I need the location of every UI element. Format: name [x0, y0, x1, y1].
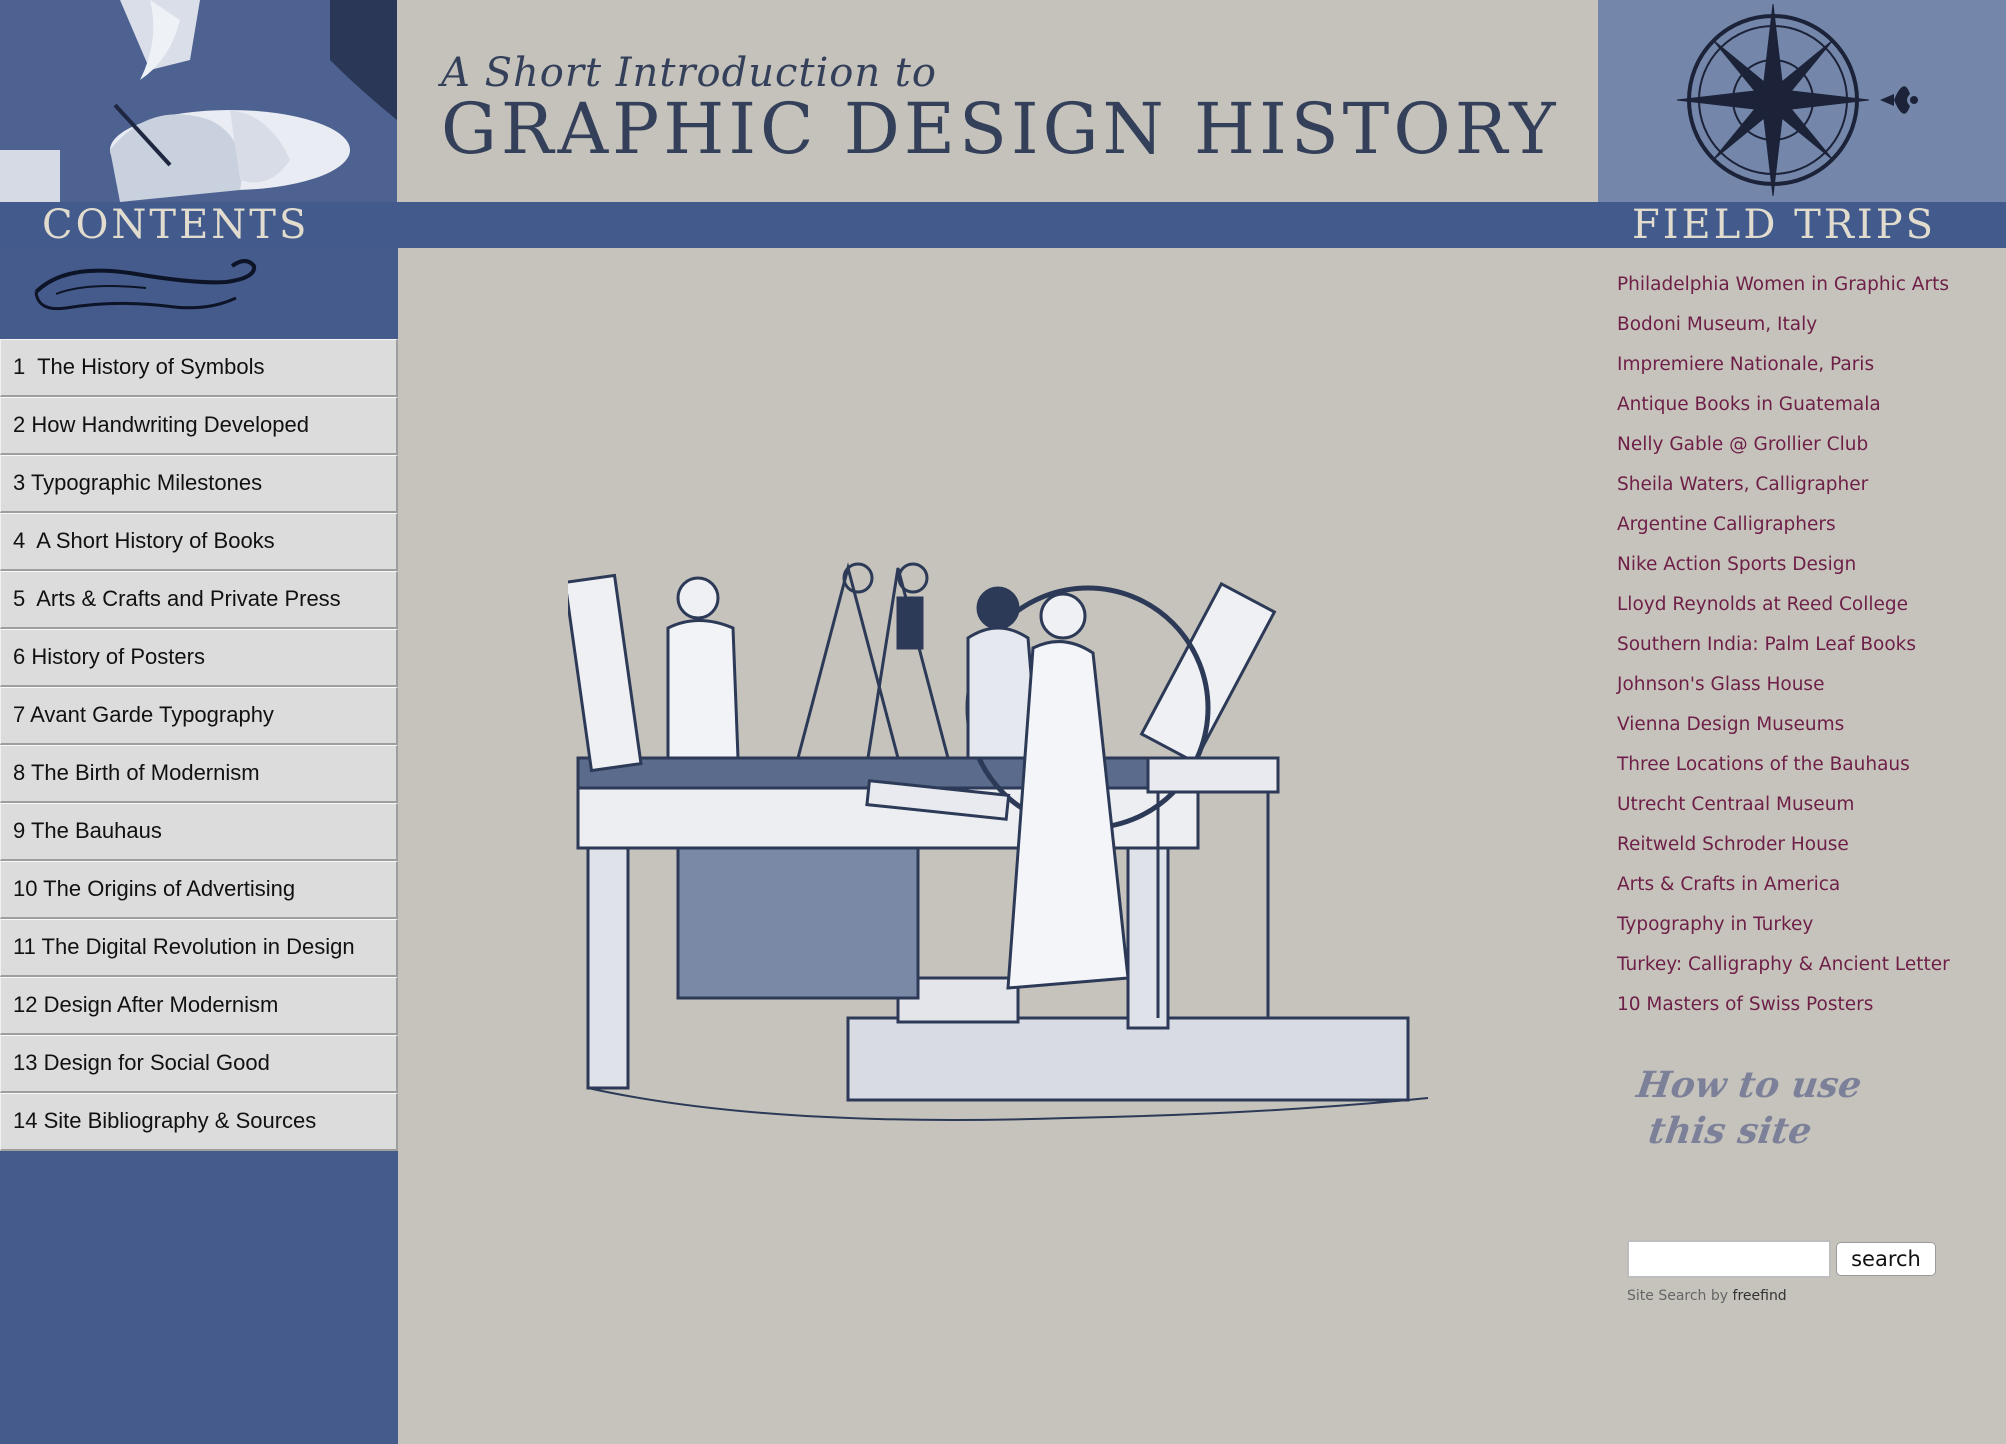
contents-item[interactable]: 6 History of Posters	[0, 629, 398, 687]
contents-link-5[interactable]: 5 Arts & Crafts and Private Press	[1, 572, 396, 627]
contents-item[interactable]: 14 Site Bibliography & Sources	[0, 1093, 398, 1151]
field-trip-item: Vienna Design Museums	[1617, 705, 1950, 745]
contents-item[interactable]: 7 Avant Garde Typography	[0, 687, 398, 745]
field-trip-item: Nelly Gable @ Grollier Club	[1617, 425, 1950, 465]
field-trip-link[interactable]: Vienna Design Museums	[1617, 714, 1844, 735]
contents-link-1[interactable]: 1 The History of Symbols	[1, 340, 396, 395]
how-to-line-2: this site	[1645, 1110, 1815, 1152]
field-trip-item: Impremiere Nationale, Paris	[1617, 345, 1950, 385]
field-trip-item: Bodoni Museum, Italy	[1617, 305, 1950, 345]
field-trip-link[interactable]: Three Locations of the Bauhaus	[1617, 754, 1910, 775]
contents-item[interactable]: 1 The History of Symbols	[0, 339, 398, 397]
site-title: GRAPHIC DESIGN HISTORY	[441, 88, 1560, 170]
field-trip-link[interactable]: Impremiere Nationale, Paris	[1617, 354, 1874, 375]
field-trip-item: Southern India: Palm Leaf Books	[1617, 625, 1950, 665]
contents-item[interactable]: 12 Design After Modernism	[0, 977, 398, 1035]
contents-item[interactable]: 10 The Origins of Advertising	[0, 861, 398, 919]
field-trip-link[interactable]: Turkey: Calligraphy & Ancient Letter	[1617, 954, 1950, 975]
how-to-use-link[interactable]: How to use this site	[1628, 1062, 1865, 1154]
field-trip-item: Arts & Crafts in America	[1617, 865, 1950, 905]
contents-link-6[interactable]: 6 History of Posters	[1, 630, 396, 685]
field-trip-item: Sheila Waters, Calligrapher	[1617, 465, 1950, 505]
contents-link-11[interactable]: 11 The Digital Revolution in Design	[1, 920, 396, 975]
section-band: CONTENTS FIELD TRIPS	[0, 202, 2006, 248]
field-trip-item: Turkey: Calligraphy & Ancient Letter	[1617, 945, 1950, 985]
contents-heading: CONTENTS	[42, 202, 310, 248]
field-trip-item: Antique Books in Guatemala	[1617, 385, 1950, 425]
freefind-link[interactable]: freefind	[1733, 1288, 1787, 1304]
field-trip-item: Reitweld Schroder House	[1617, 825, 1950, 865]
field-trips-heading: FIELD TRIPS	[1632, 202, 1937, 248]
search-input[interactable]	[1627, 1240, 1831, 1278]
field-trip-link[interactable]: Lloyd Reynolds at Reed College	[1617, 594, 1908, 615]
how-to-line-1: How to use	[1634, 1064, 1865, 1106]
field-trip-item: Lloyd Reynolds at Reed College	[1617, 585, 1950, 625]
field-trip-item: Philadelphia Women in Graphic Arts	[1617, 265, 1950, 305]
field-trip-link[interactable]: Argentine Calligraphers	[1617, 514, 1836, 535]
site-search-prefix: Site Search by	[1627, 1288, 1729, 1304]
contents-link-13[interactable]: 13 Design for Social Good	[1, 1036, 396, 1091]
field-trip-item: Johnson's Glass House	[1617, 665, 1950, 705]
field-trip-link[interactable]: Bodoni Museum, Italy	[1617, 314, 1817, 335]
contents-item[interactable]: 11 The Digital Revolution in Design	[0, 919, 398, 977]
contents-item[interactable]: 2 How Handwriting Developed	[0, 397, 398, 455]
site-search-credit: Site Search by freefind	[1627, 1288, 1787, 1304]
printing-press-illustration	[568, 562, 1429, 1121]
field-trip-link[interactable]: Nelly Gable @ Grollier Club	[1617, 434, 1868, 455]
contents-item[interactable]: 3 Typographic Milestones	[0, 455, 398, 513]
flourish-ornament-icon	[34, 259, 257, 311]
field-trip-link[interactable]: Reitweld Schroder House	[1617, 834, 1849, 855]
field-trip-link[interactable]: Antique Books in Guatemala	[1617, 394, 1881, 415]
field-trip-link[interactable]: Utrecht Centraal Museum	[1617, 794, 1854, 815]
contents-link-10[interactable]: 10 The Origins of Advertising	[1, 862, 396, 917]
contents-link-3[interactable]: 3 Typographic Milestones	[1, 456, 396, 511]
field-trip-link[interactable]: Johnson's Glass House	[1617, 674, 1824, 695]
field-trip-link[interactable]: Typography in Turkey	[1617, 914, 1813, 935]
contents-link-12[interactable]: 12 Design After Modernism	[1, 978, 396, 1033]
contents-link-9[interactable]: 9 The Bauhaus	[1, 804, 396, 859]
compass-rose-icon	[1598, 0, 2006, 202]
contents-item[interactable]: 9 The Bauhaus	[0, 803, 398, 861]
field-trip-link[interactable]: Nike Action Sports Design	[1617, 554, 1856, 575]
contents-item[interactable]: 5 Arts & Crafts and Private Press	[0, 571, 398, 629]
field-trip-item: Utrecht Centraal Museum	[1617, 785, 1950, 825]
field-trip-link[interactable]: Philadelphia Women in Graphic Arts	[1617, 274, 1949, 295]
header-writing-portrait	[0, 0, 397, 202]
contents-link-2[interactable]: 2 How Handwriting Developed	[1, 398, 396, 453]
field-trip-link[interactable]: Southern India: Palm Leaf Books	[1617, 634, 1916, 655]
field-trip-item: 10 Masters of Swiss Posters	[1617, 985, 1950, 1025]
contents-link-7[interactable]: 7 Avant Garde Typography	[1, 688, 396, 743]
main-content	[398, 248, 1598, 1444]
field-trip-item: Three Locations of the Bauhaus	[1617, 745, 1950, 785]
contents-item[interactable]: 4 A Short History of Books	[0, 513, 398, 571]
field-trips-list: Philadelphia Women in Graphic Arts Bodon…	[1617, 265, 1950, 1025]
contents-link-14[interactable]: 14 Site Bibliography & Sources	[1, 1094, 396, 1149]
field-trip-item: Nike Action Sports Design	[1617, 545, 1950, 585]
field-trip-item: Typography in Turkey	[1617, 905, 1950, 945]
header-title-area: A Short Introduction to GRAPHIC DESIGN H…	[397, 0, 1598, 202]
contents-sidebar: 1 The History of Symbols 2 How Handwriti…	[0, 248, 398, 1444]
contents-link-8[interactable]: 8 The Birth of Modernism	[1, 746, 396, 801]
contents-list: 1 The History of Symbols 2 How Handwriti…	[0, 339, 398, 1151]
contents-item[interactable]: 8 The Birth of Modernism	[0, 745, 398, 803]
field-trip-link[interactable]: 10 Masters of Swiss Posters	[1617, 994, 1873, 1015]
contents-link-4[interactable]: 4 A Short History of Books	[1, 514, 396, 569]
field-trip-link[interactable]: Sheila Waters, Calligrapher	[1617, 474, 1868, 495]
field-trip-link[interactable]: Arts & Crafts in America	[1617, 874, 1840, 895]
contents-item[interactable]: 13 Design for Social Good	[0, 1035, 398, 1093]
search-button[interactable]: search	[1836, 1242, 1936, 1276]
field-trip-item: Argentine Calligraphers	[1617, 505, 1950, 545]
